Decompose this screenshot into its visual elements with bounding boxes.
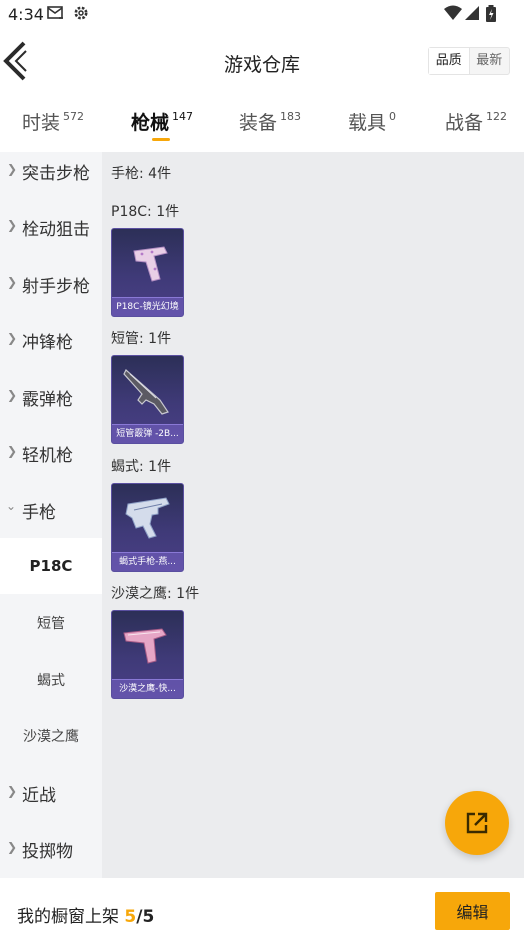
tab-count: 147	[172, 110, 194, 123]
sidebar-sub-scorpion[interactable]: 蝎式	[0, 651, 102, 707]
item-card-label: P18C-镜光幻境	[112, 297, 183, 316]
share-fab-button[interactable]	[445, 791, 509, 855]
tab-label: 枪械	[131, 112, 170, 134]
back-button[interactable]	[0, 40, 36, 84]
sort-toggle: 品质 最新	[428, 47, 510, 75]
external-link-icon	[466, 812, 488, 834]
chevron-right-icon: ❯	[7, 331, 18, 345]
tab-label: 载具	[348, 112, 387, 134]
sidebar-item-smg[interactable]: ❯ 冲锋枪	[0, 312, 102, 368]
sidebar-item-label: 栓动狙击	[22, 220, 90, 240]
item-card-desert-eagle[interactable]: 沙漠之鹰-快...	[111, 610, 184, 699]
sidebar-item-label: 冲锋枪	[22, 333, 73, 353]
sidebar-item-label: 投掷物	[22, 842, 73, 862]
tab-count: 183	[280, 110, 302, 123]
tab-supplies[interactable]: 战备 122	[445, 108, 507, 135]
chevron-right-icon: ❯	[7, 840, 18, 854]
group-header-desert-eagle: 沙漠之鹰: 1件	[111, 586, 200, 602]
sidebar-item-melee[interactable]: ❯ 近战	[0, 765, 102, 821]
showcase-count: 5	[124, 907, 137, 927]
sidebar-sub-label: 沙漠之鹰	[23, 729, 79, 745]
smg-pistol-skin-image	[125, 497, 170, 539]
sidebar-item-assault-rifle[interactable]: ❯ 突击步枪	[0, 143, 102, 199]
tab-label: 战备	[445, 112, 484, 134]
showcase-label-text: 我的橱窗上架	[17, 907, 119, 927]
tab-label: 时装	[22, 112, 61, 134]
tab-count: 122	[486, 110, 508, 123]
sidebar-sub-label: 短管	[37, 616, 65, 632]
message-icon	[47, 5, 64, 25]
sidebar-sub-desert-eagle[interactable]: 沙漠之鹰	[0, 707, 102, 763]
chevron-right-icon: ❯	[7, 784, 18, 798]
battery-icon	[485, 5, 497, 26]
item-card-label: 沙漠之鹰-快...	[112, 679, 183, 698]
settings-gear-icon	[73, 5, 89, 25]
status-time: 4:34	[8, 5, 44, 24]
sidebar-item-label: 霰弹枪	[22, 390, 73, 410]
pistol-skin-image	[133, 246, 168, 282]
chevron-right-icon: ❯	[7, 444, 18, 458]
chevron-right-icon: ❯	[7, 162, 18, 176]
shotgun-skin-image	[123, 369, 169, 415]
sidebar-item-pistol[interactable]: ⌄ 手枪	[0, 482, 102, 538]
item-card-short-barrel[interactable]: 短管霰弹 -2B...	[111, 355, 184, 444]
sidebar-item-shotgun[interactable]: ❯ 霰弹枪	[0, 369, 102, 425]
sidebar-item-label: 手枪	[22, 503, 56, 523]
sidebar-item-bolt-sniper[interactable]: ❯ 栓动狙击	[0, 199, 102, 255]
sidebar-item-label: 轻机枪	[22, 446, 73, 466]
sidebar-sub-p18c[interactable]: P18C	[0, 538, 102, 594]
group-header-scorpion: 蝎式: 1件	[111, 459, 172, 475]
tab-vehicles[interactable]: 载具 0	[348, 108, 396, 135]
sidebar-item-label: 突击步枪	[22, 164, 90, 184]
tab-fashion[interactable]: 时装 572	[22, 108, 84, 135]
showcase-total: /5	[136, 907, 155, 927]
item-card-label: 蝎式手枪-燕...	[112, 552, 183, 571]
sidebar-item-marksman-rifle[interactable]: ❯ 射手步枪	[0, 256, 102, 312]
tab-count: 0	[389, 110, 397, 123]
sort-latest-button[interactable]: 最新	[470, 48, 510, 74]
tab-label: 装备	[239, 112, 278, 134]
back-arrow-icon	[3, 41, 27, 81]
sort-quality-button[interactable]: 品质	[429, 48, 470, 74]
sidebar-sub-label: P18C	[29, 557, 73, 575]
sidebar-item-label: 近战	[22, 786, 56, 806]
category-summary: 手枪: 4件	[111, 166, 172, 182]
desert-eagle-skin-image	[123, 628, 167, 664]
signal-icon	[464, 5, 480, 25]
sidebar-item-label: 射手步枪	[22, 277, 90, 297]
item-card-p18c[interactable]: P18C-镜光幻境	[111, 228, 184, 317]
showcase-label: 我的橱窗上架 5/5	[17, 902, 154, 927]
wifi-icon	[444, 5, 462, 25]
item-card-label: 短管霰弹 -2B...	[112, 424, 183, 443]
showcase-bar: 我的橱窗上架 5/5 编辑	[0, 878, 524, 943]
chevron-right-icon: ❯	[7, 275, 18, 289]
sidebar-sub-label: 蝎式	[37, 673, 65, 689]
edit-button[interactable]: 编辑	[435, 892, 510, 930]
sidebar-sub-short-barrel[interactable]: 短管	[0, 594, 102, 650]
chevron-down-icon: ⌄	[6, 499, 17, 513]
chevron-right-icon: ❯	[7, 218, 18, 232]
tab-firearms[interactable]: 枪械 147	[131, 108, 193, 135]
group-header-p18c: P18C: 1件	[111, 204, 180, 220]
status-bar: 4:34	[0, 0, 524, 30]
tab-equipment[interactable]: 装备 183	[239, 108, 301, 135]
group-header-short-barrel: 短管: 1件	[111, 331, 172, 347]
header: 游戏仓库 品质 最新	[0, 30, 524, 92]
sidebar-item-throwables[interactable]: ❯ 投掷物	[0, 821, 102, 877]
sidebar-item-lmg[interactable]: ❯ 轻机枪	[0, 425, 102, 481]
active-tab-indicator	[152, 138, 170, 141]
tab-count: 572	[63, 110, 85, 123]
weapon-category-sidebar: ❯ 突击步枪 ❯ 栓动狙击 ❯ 射手步枪 ❯ 冲锋枪 ❯ 霰弹枪 ❯ 轻机枪 ⌄…	[0, 152, 102, 878]
chevron-right-icon: ❯	[7, 388, 18, 402]
item-card-scorpion[interactable]: 蝎式手枪-燕...	[111, 483, 184, 572]
weapon-list: 手枪: 4件 P18C: 1件 P18C-镜光幻境 短管: 1件 短管霰弹 -2…	[102, 152, 524, 878]
